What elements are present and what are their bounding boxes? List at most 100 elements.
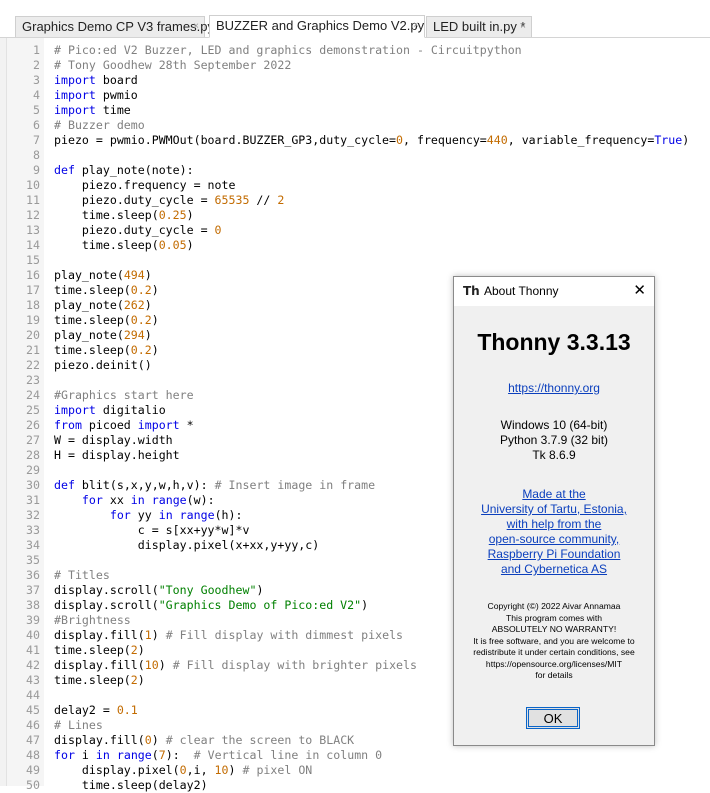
tab-graphics-demo-cp-v3[interactable]: Graphics Demo CP V3 frames.py × [15,16,214,37]
code-token: ) [144,328,152,342]
code-token: import [54,403,96,417]
line-number: 15 [26,253,40,267]
code-token: display.fill( [54,658,145,672]
code-line[interactable]: 9 def play_note(note): [0,163,710,178]
code-token: (h): [214,508,243,522]
code-token: 0.1 [116,703,138,717]
license-line: ABSOLUTELY NO WARRANTY! [491,624,617,634]
code-token: ) [682,133,690,147]
credits-link-5[interactable]: Raspberry Pi Foundation [454,547,654,562]
line-number: 5 [33,103,40,117]
dialog-titlebar: Th About Thonny ✕ [454,277,654,306]
code-text: play_note(494) [54,268,152,283]
code-token: 0 [214,223,222,237]
tab-close-icon[interactable]: × [520,17,526,37]
code-token: yy [130,508,159,522]
code-text: #Brightness [54,613,131,628]
close-icon[interactable]: ✕ [633,280,646,300]
line-number: 16 [26,268,40,282]
code-token: // [249,193,278,207]
code-token: time.sleep( [54,673,131,687]
line-number: 17 [26,283,40,297]
code-token: def [54,478,75,492]
line-number: 31 [26,493,40,507]
code-line[interactable]: 12 time.sleep(0.25) [0,208,710,223]
code-token: in [95,748,110,762]
code-line[interactable]: 48 for i in range(7): # Vertical line in … [0,748,710,763]
code-line[interactable]: 1 # Pico:ed V2 Buzzer, LED and graphics d… [0,43,710,58]
code-token: import [54,73,96,87]
code-line[interactable]: 5 import time [0,103,710,118]
code-token: H = display.height [54,448,180,462]
credits-links: Made at the University of Tartu, Estonia… [454,487,654,577]
line-number: 4 [33,88,40,102]
code-line[interactable]: 11 piezo.duty_cycle = 65535 // 2 [0,193,710,208]
code-token: display.scroll( [54,583,159,597]
code-line[interactable]: 7 piezo = pwmio.PWMOut(board.BUZZER_GP3,d… [0,133,710,148]
ok-button[interactable]: OK [526,707,580,729]
code-line[interactable]: 6 # Buzzer demo [0,118,710,133]
code-token: range [151,493,187,507]
line-number: 47 [26,733,40,747]
line-number: 36 [26,568,40,582]
code-line[interactable]: 13 piezo.duty_cycle = 0 [0,223,710,238]
code-token: 2 [277,193,285,207]
tk-info: Tk 8.6.9 [532,448,576,462]
code-text: display.scroll("Tony Goodhew") [54,583,263,598]
credits-link-2[interactable]: University of Tartu, Estonia, [454,502,654,517]
code-line[interactable]: 3 import board [0,73,710,88]
code-token: board [95,73,138,87]
code-text: # Pico:ed V2 Buzzer, LED and graphics de… [54,43,522,58]
line-number: 18 [26,298,40,312]
code-token: for [81,493,103,507]
credits-link-1[interactable]: Made at the [454,487,654,502]
credits-link-6[interactable]: and Cybernetica AS [454,562,654,577]
code-line[interactable]: 8 [0,148,710,163]
editor-tab-bar: Graphics Demo CP V3 frames.py × BUZZER a… [0,0,710,38]
line-number: 29 [26,463,40,477]
tab-close-icon[interactable]: × [413,16,419,36]
code-line[interactable]: 15 [0,253,710,268]
code-token: ) [137,673,145,687]
code-token: ) [144,268,152,282]
code-line[interactable]: 14 time.sleep(0.05) [0,238,710,253]
code-text: for yy in range(h): [54,508,243,523]
thonny-website-link[interactable]: https://thonny.org [508,381,600,395]
line-number: 3 [33,73,40,87]
line-number: 35 [26,553,40,567]
line-number: 9 [33,163,40,177]
code-line[interactable]: 2 # Tony Goodhew 28th September 2022 [0,58,710,73]
code-token: xx [102,493,131,507]
code-text: import board [54,73,138,88]
code-token: # Fill display with brighter pixels [172,658,417,672]
code-token: 10 [144,658,159,672]
code-token: play_note( [54,328,124,342]
line-number: 1 [33,43,40,57]
tab-buzzer-graphics-demo-v2[interactable]: BUZZER and Graphics Demo V2.py * × [209,15,433,38]
code-token: #Brightness [54,613,131,627]
code-token: play_note( [54,298,124,312]
code-token: time.sleep( [54,283,131,297]
line-number: 26 [26,418,40,432]
code-text: W = display.width [54,433,173,448]
tab-led-built-in[interactable]: LED built in.py * × [426,16,532,37]
code-token: time [95,103,131,117]
code-token: display.pixel( [54,763,180,777]
code-text: display.fill(10) # Fill display with bri… [54,658,417,673]
code-token: 10 [214,763,229,777]
code-line[interactable]: 4 import pwmio [0,88,710,103]
line-number: 22 [26,358,40,372]
credits-link-4[interactable]: open-source community, [454,532,654,547]
code-token: ) [137,643,145,657]
tab-close-icon[interactable]: × [193,17,199,37]
credits-link-3[interactable]: with help from the [454,517,654,532]
code-token: time.sleep( [54,208,159,222]
line-number: 13 [26,223,40,237]
code-line[interactable]: 49 display.pixel(0,i, 10) # pixel ON [0,763,710,778]
code-line[interactable]: 10 piezo.frequency = note [0,178,710,193]
code-text: time.sleep(0.05) [54,238,194,253]
line-number: 39 [26,613,40,627]
code-token: piezo.deinit() [54,358,152,372]
